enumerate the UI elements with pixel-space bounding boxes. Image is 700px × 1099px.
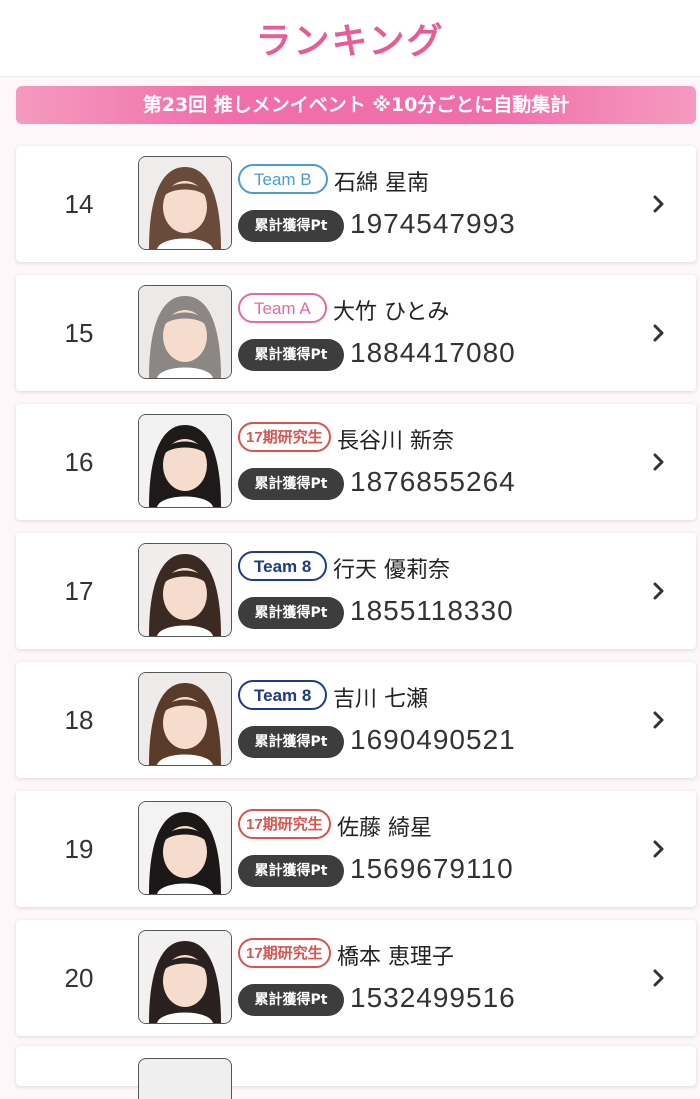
points-value: 1974547993: [350, 208, 516, 239]
points-label: 累計獲得Pt: [238, 984, 344, 1016]
chevron-right-icon[interactable]: [646, 192, 670, 216]
team-badge: Team 8: [238, 680, 328, 710]
team-badge: Team 8: [238, 551, 328, 581]
chevron-right-icon[interactable]: [646, 837, 670, 861]
chevron-right-icon[interactable]: [646, 579, 670, 603]
ranking-row[interactable]: 14 Team B 石綿 星南累計獲得Pt 1974547993: [16, 146, 696, 262]
event-banner: 第23回 推しメンイベント ※10分ごとに自動集計: [16, 86, 696, 124]
points-value: 1884417080: [350, 337, 516, 368]
member-name: 橋本 恵理子: [337, 945, 454, 970]
partial-list-item[interactable]: [16, 1046, 696, 1099]
rank-number: 15: [64, 318, 94, 348]
ranking-row[interactable]: 19 17期研究生 佐藤 綺星累計獲得Pt 1569679110: [16, 791, 696, 907]
chevron-right-icon[interactable]: [646, 450, 670, 474]
member-photo: [138, 285, 232, 379]
header: ランキング: [0, 0, 700, 77]
member-name: 長谷川 新奈: [337, 429, 454, 454]
points-value: 1569679110: [350, 853, 514, 884]
points-value: 1532499516: [350, 982, 516, 1013]
chevron-right-icon[interactable]: [646, 966, 670, 990]
member-photo: [138, 156, 232, 250]
member-name: 大竹 ひとみ: [333, 300, 450, 325]
member-name: 石綿 星南: [334, 171, 429, 196]
team-badge: 17期研究生: [238, 422, 331, 452]
member-photo: [138, 1058, 232, 1099]
ranking-row[interactable]: 17 Team 8 行天 優莉奈累計獲得Pt 1855118330: [16, 533, 696, 649]
page-title: ランキング: [255, 21, 445, 62]
team-badge: Team B: [238, 164, 328, 194]
chevron-right-icon[interactable]: [646, 708, 670, 732]
points-label: 累計獲得Pt: [238, 597, 344, 629]
rank-number: 16: [64, 447, 94, 477]
team-badge: Team A: [238, 293, 327, 323]
points-value: 1690490521: [350, 724, 516, 755]
rank-number: 19: [64, 834, 94, 864]
member-name: 佐藤 綺星: [337, 816, 432, 841]
member-photo: [138, 930, 232, 1024]
team-badge: 17期研究生: [238, 809, 331, 839]
member-photo: [138, 672, 232, 766]
points-label: 累計獲得Pt: [238, 855, 344, 887]
ranking-list: 14 Team B 石綿 星南 累計獲得Pt 1974547993 15 Team A 大竹 …: [16, 146, 696, 1049]
chevron-right-icon[interactable]: [646, 321, 670, 345]
ranking-row[interactable]: 20 17期研究生 橋本 恵理子累計獲得Pt 1532499516: [16, 920, 696, 1036]
team-badge: 17期研究生: [238, 938, 331, 968]
ranking-row[interactable]: 18 Team 8 吉川 七瀬累計獲得Pt 1690490521: [16, 662, 696, 778]
member-photo: [138, 801, 232, 895]
points-label: 累計獲得Pt: [238, 339, 344, 371]
points-label: 累計獲得Pt: [238, 468, 344, 500]
rank-number: 17: [64, 576, 94, 606]
ranking-row[interactable]: 16 17期研究生 長谷川 新奈累計獲得Pt 1876855264: [16, 404, 696, 520]
points-value: 1876855264: [350, 466, 516, 497]
points-label: 累計獲得Pt: [238, 210, 344, 242]
ranking-row[interactable]: 15 Team A 大竹 ひとみ累計獲得Pt 1884417080: [16, 275, 696, 391]
member-photo: [138, 543, 232, 637]
rank-number: 14: [64, 189, 94, 219]
points-label: 累計獲得Pt: [238, 726, 344, 758]
member-photo: [138, 414, 232, 508]
rank-number: 20: [64, 963, 94, 993]
member-name: 行天 優莉奈: [333, 558, 450, 583]
member-name: 吉川 七瀬: [333, 687, 428, 712]
rank-number: 18: [64, 705, 94, 735]
points-value: 1855118330: [350, 595, 514, 626]
